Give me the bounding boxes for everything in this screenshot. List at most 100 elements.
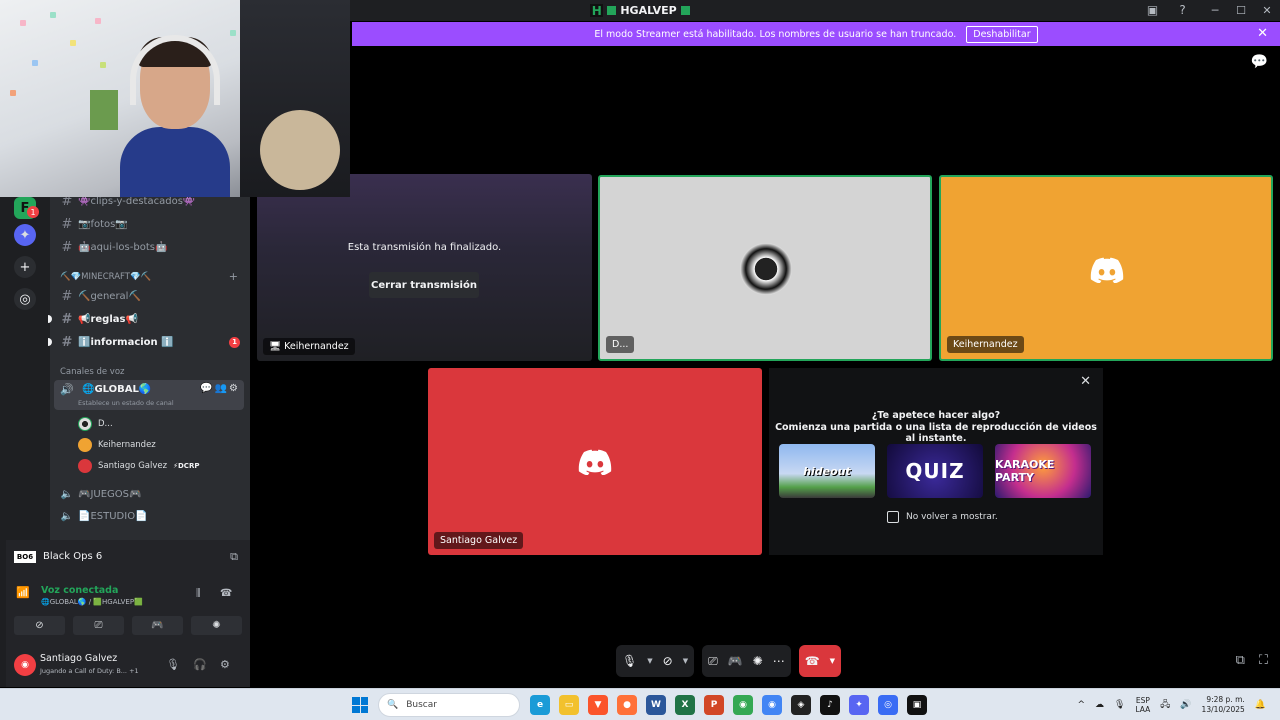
voice-user[interactable]: D... — [78, 417, 113, 431]
speaker-icon: 🔈 — [60, 510, 74, 522]
disconnect-control[interactable]: ☎ ▼ — [798, 645, 842, 677]
more-icon[interactable]: ⋯ — [773, 654, 785, 668]
add-server-icon[interactable]: + — [14, 256, 36, 278]
activity-button[interactable]: 🎮 — [132, 616, 183, 635]
noise-suppression-icon[interactable]: ⫼ — [196, 588, 201, 599]
stream-ended-tile[interactable]: Esta transmisión ha finalizado. Cerrar t… — [257, 174, 592, 361]
user-tile-d[interactable]: D... — [598, 175, 932, 361]
activity-card-quiz[interactable]: QUIZ — [887, 444, 983, 498]
activity-card-hideout[interactable]: hideout — [779, 444, 875, 498]
hang-up-icon[interactable]: ☎ — [805, 654, 820, 668]
soundboard-icon[interactable]: ✺ — [753, 654, 763, 668]
language-indicator[interactable]: ESP LAA — [1135, 696, 1150, 714]
category-minecraft[interactable]: ⛏️💎MINECRAFT💎⛏️ — [60, 272, 151, 282]
user-name[interactable]: Santiago Galvez — [40, 653, 117, 664]
discord-home-icon[interactable]: ✦ — [14, 224, 36, 246]
chevron-down-icon[interactable]: ▼ — [683, 657, 688, 665]
taskbar-search[interactable]: 🔍 Buscar — [378, 693, 520, 717]
close-suggestions-icon[interactable]: ✕ — [1080, 374, 1091, 389]
category-voice[interactable]: Canales de voz — [60, 367, 124, 377]
word-icon[interactable]: W — [646, 695, 666, 715]
explorer-icon[interactable]: ▭ — [559, 695, 579, 715]
minimize-icon[interactable]: ─ — [1202, 4, 1228, 17]
powerpoint-icon[interactable]: P — [704, 695, 724, 715]
close-window-icon[interactable]: ✕ — [1254, 4, 1280, 17]
share-screen-icon[interactable]: ⎚ — [708, 654, 718, 669]
channel-item-unread[interactable]: # 📢reglas📢 — [48, 309, 246, 329]
camera-off-button[interactable]: ⊘ — [14, 616, 65, 635]
maximize-icon[interactable]: ☐ — [1228, 4, 1254, 17]
call-of-duty-icon[interactable]: ▣ — [907, 695, 927, 715]
user-avatar[interactable]: ◉ — [14, 654, 36, 676]
add-channel-icon[interactable]: + — [229, 270, 238, 283]
dont-show-checkbox[interactable] — [887, 511, 899, 523]
edge-icon[interactable]: e — [530, 695, 550, 715]
disable-streamer-button[interactable]: Deshabilitar — [966, 25, 1038, 43]
chrome-icon[interactable]: ◉ — [733, 695, 753, 715]
game-activity[interactable]: BO6 Black Ops 6 ⧉ — [6, 540, 250, 573]
notification-icon[interactable]: 🔔 — [1255, 700, 1266, 710]
channel-item-unread[interactable]: # ℹ️informacion ℹ️ 1 — [48, 332, 246, 352]
voice-channel-actions[interactable]: 💬👥⚙ — [200, 383, 240, 394]
network-icon[interactable]: 🖧 — [1160, 697, 1170, 713]
mic-icon[interactable]: 🎙 — [622, 654, 637, 668]
close-stream-button[interactable]: Cerrar transmisión — [369, 272, 479, 298]
activity-subtitle: Comienza una partida o una lista de repr… — [775, 422, 1097, 444]
user-tile-keihernandez[interactable]: Keihernandez — [939, 175, 1273, 361]
voice-actions: ⊘ ⎚ 🎮 ✺ — [14, 616, 242, 635]
voice-channel-item[interactable]: 🔈 🎮JUEGOS🎮 — [56, 484, 246, 504]
mic-tray-icon[interactable]: 🎙 — [1114, 700, 1125, 710]
chrome-profile-icon[interactable]: ◉ — [762, 695, 782, 715]
headphones-icon[interactable]: 🎧 — [193, 658, 207, 671]
avatar — [78, 459, 92, 473]
chevron-down-icon[interactable]: ▼ — [830, 657, 835, 665]
channel-item[interactable]: # 🤖aqui-los-bots🤖 — [56, 237, 246, 257]
excel-icon[interactable]: X — [675, 695, 695, 715]
windows-taskbar: 🔍 Buscar e ▭ ▼ ● W X P ◉ ◉ ◈ ♪ ✦ ◎ ▣ ^ ☁… — [0, 688, 1280, 720]
channel-item[interactable]: # 📷fotos📷 — [56, 214, 246, 234]
channel-item[interactable]: # ⛏️general⛏️ — [56, 286, 246, 306]
voice-user[interactable]: Keihernandez — [78, 438, 156, 452]
user-tag: ⚡DCRP — [173, 462, 200, 470]
tiktok-icon[interactable]: ♪ — [820, 695, 840, 715]
activity-icon[interactable]: 🎮 — [728, 654, 743, 668]
chevron-up-icon[interactable]: ^ — [1077, 700, 1085, 710]
settings-gear-icon[interactable]: ⚙ — [220, 658, 230, 671]
voice-channel-global[interactable]: 🔊 🌐GLOBAL🌎 Establece un estado de canal … — [54, 380, 244, 410]
popout-icon[interactable]: ⧉ — [1236, 653, 1245, 668]
tile-label: Santiago Galvez — [434, 532, 524, 549]
fullscreen-icon[interactable]: ⛶ — [1259, 653, 1268, 668]
tile-label: Keihernandez — [947, 336, 1024, 353]
mic-icon[interactable]: 🎙 — [166, 658, 180, 671]
explore-icon[interactable]: ◎ — [14, 288, 36, 310]
firefox-icon[interactable]: ● — [617, 695, 637, 715]
voice-channel-item[interactable]: 🔈 📄ESTUDIO📄 — [56, 506, 246, 526]
chevron-down-icon[interactable]: ▼ — [647, 657, 652, 665]
user-tile-santiago[interactable]: Santiago Galvez — [428, 368, 762, 555]
camera-off-icon[interactable]: ⊘ — [663, 654, 673, 668]
windows-start-icon[interactable] — [352, 697, 368, 713]
app-icon[interactable]: ◈ — [791, 695, 811, 715]
hash-icon: # — [61, 288, 73, 304]
voice-status[interactable]: Voz conectada — [41, 585, 118, 596]
app-icon[interactable]: ◎ — [878, 695, 898, 715]
clock[interactable]: 9:28 p. m. 13/10/2025 — [1202, 695, 1245, 715]
discord-taskbar-icon[interactable]: ✦ — [849, 695, 869, 715]
share-screen-button[interactable]: ⎚ — [73, 616, 124, 635]
mic-control[interactable]: 🎙 ▼ ⊘ ▼ — [616, 645, 695, 677]
help-icon[interactable]: ? — [1175, 3, 1190, 18]
unread-indicator — [48, 315, 52, 323]
soundboard-button[interactable]: ✺ — [191, 616, 242, 635]
chat-icon[interactable]: 💬 — [1251, 54, 1268, 70]
close-banner-icon[interactable]: ✕ — [1257, 26, 1268, 41]
volume-icon[interactable]: 🔊 — [1180, 700, 1191, 710]
inbox-icon[interactable]: ▣ — [1145, 3, 1160, 18]
channel-status[interactable]: Establece un estado de canal — [78, 399, 174, 407]
voice-user[interactable]: Santiago Galvez ⚡DCRP — [78, 459, 199, 473]
stream-game-icon[interactable]: ⧉ — [230, 550, 238, 564]
voice-path: 🌐GLOBAL🌎 / 🟩HGALVEP🟩 — [41, 598, 143, 606]
activity-card-karaoke[interactable]: KARAOKE PARTY — [995, 444, 1091, 498]
disconnect-icon[interactable]: ☎ — [220, 588, 232, 599]
brave-icon[interactable]: ▼ — [588, 695, 608, 715]
cloud-icon[interactable]: ☁ — [1095, 700, 1104, 710]
